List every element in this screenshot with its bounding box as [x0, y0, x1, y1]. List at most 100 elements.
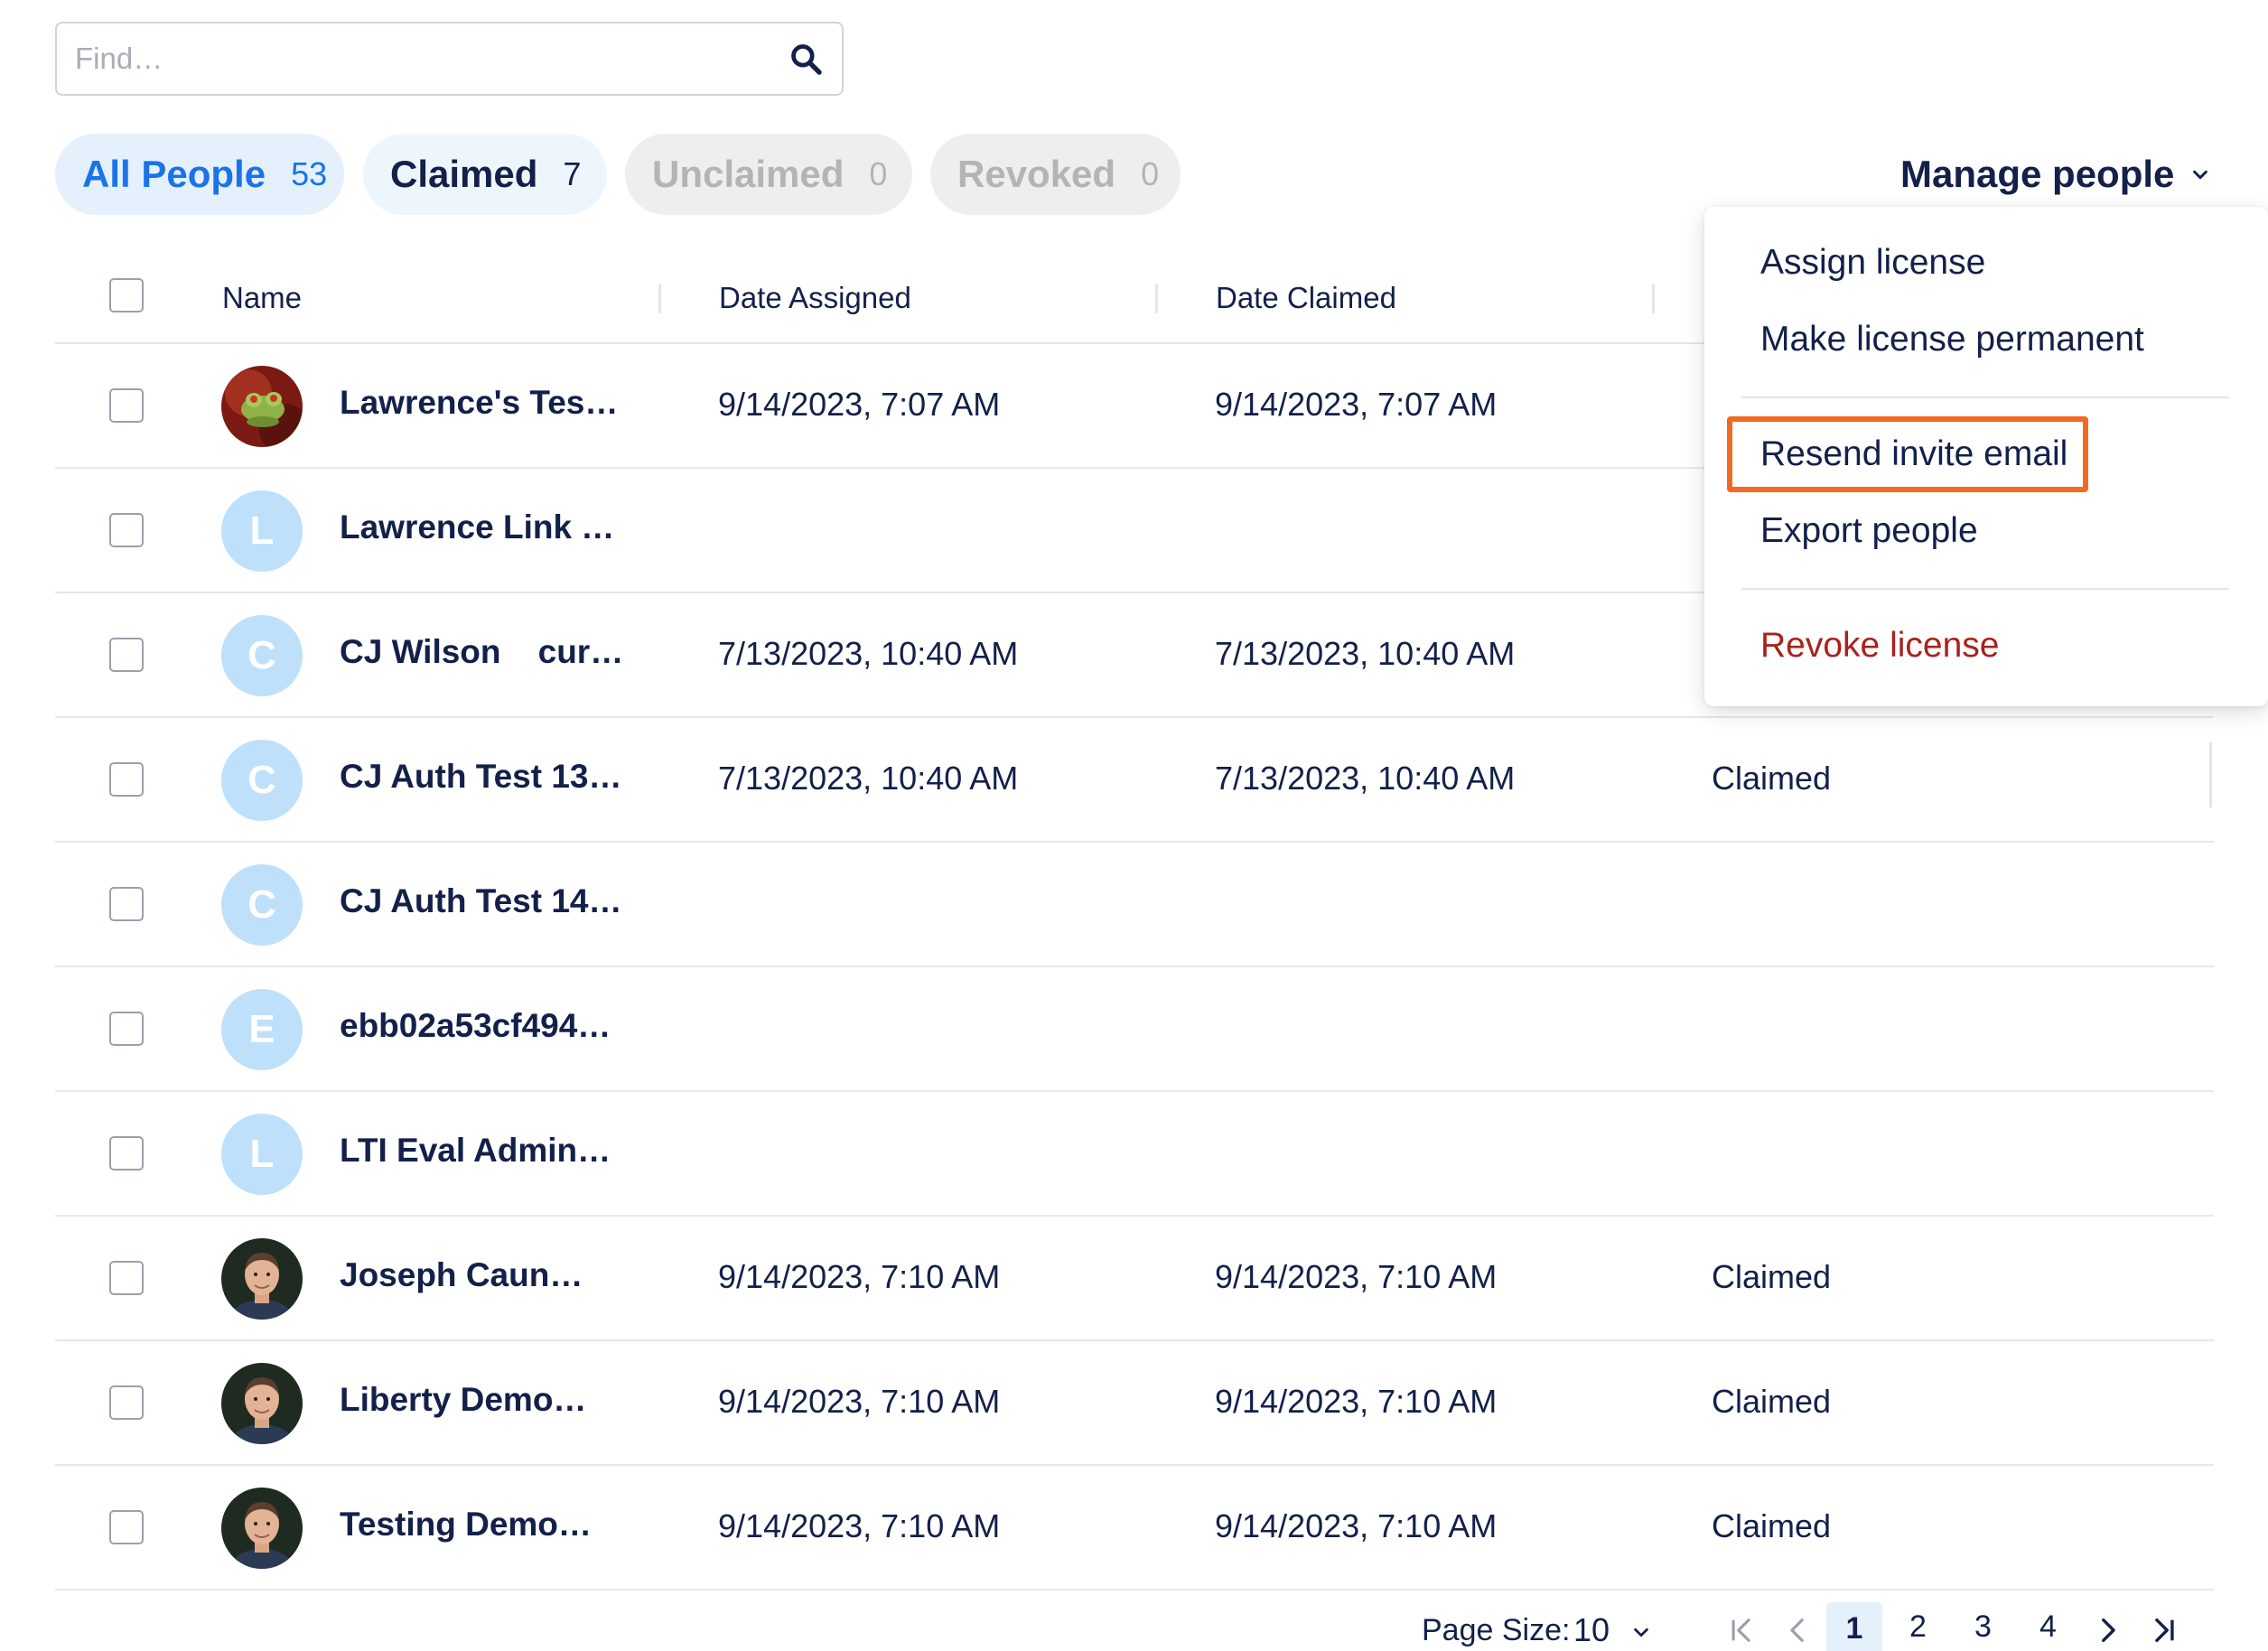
person-name[interactable]: ebb02a53cf494…	[340, 1007, 629, 1052]
chevron-down-icon	[1634, 1628, 1648, 1637]
search-input[interactable]	[57, 26, 770, 91]
menu-divider	[1741, 588, 2229, 590]
license-status: Claimed	[1712, 1383, 1832, 1420]
page-size-label: Page Size:	[1422, 1613, 1571, 1647]
person-name[interactable]: CJ Auth Test 14…	[340, 882, 629, 928]
person-name[interactable]: CJ Auth Test 13…	[340, 758, 629, 803]
filter-label: Claimed	[390, 153, 538, 195]
date-assigned: 9/14/2023, 7:10 AM	[718, 1383, 1001, 1420]
avatar: C	[221, 740, 303, 821]
select-all-checkbox[interactable]	[109, 278, 144, 312]
man-avatar-image	[221, 1238, 303, 1320]
table-row[interactable]: L LTI Eval Admin…	[55, 1092, 2214, 1217]
row-checkbox[interactable]	[109, 1261, 144, 1295]
filter-count: 0	[1141, 155, 1160, 192]
people-page: All People 53 Claimed 7 Unclaimed 0 Revo…	[0, 0, 2268, 1651]
frog-avatar-image	[221, 366, 303, 447]
license-status: Claimed	[1712, 1258, 1832, 1295]
manage-people-button[interactable]: Manage people	[1900, 147, 2210, 201]
table-row[interactable]: C CJ Auth Test 14…	[55, 843, 2214, 967]
date-assigned: 7/13/2023, 10:40 AM	[718, 635, 1019, 672]
previous-page-icon[interactable]	[1783, 1615, 1814, 1646]
person-name[interactable]: Lawrence's Tes…	[340, 384, 629, 429]
table-row[interactable]: Joseph Caun… 9/14/2023, 7:10 AM 9/14/202…	[55, 1217, 2214, 1341]
row-checkbox[interactable]	[109, 638, 144, 672]
filter-label: All People	[82, 153, 266, 195]
menu-item-revoke-license[interactable]: Revoke license	[1760, 626, 1999, 666]
date-assigned: 9/14/2023, 7:10 AM	[718, 1507, 1001, 1544]
date-claimed: 9/14/2023, 7:10 AM	[1215, 1383, 1498, 1420]
column-header-date-claimed[interactable]: Date Claimed	[1216, 281, 1396, 315]
column-resize-handle[interactable]	[658, 284, 661, 313]
table-row[interactable]: Testing Demo… 9/14/2023, 7:10 AM 9/14/20…	[55, 1466, 2214, 1590]
person-name[interactable]: Testing Demo…	[340, 1506, 629, 1551]
pagination: Page Size: 10 1 2 3 4	[0, 1599, 2268, 1651]
menu-item-export-people[interactable]: Export people	[1760, 511, 1978, 551]
person-name[interactable]: Joseph Caun…	[340, 1256, 629, 1301]
page-button[interactable]: 3	[1974, 1609, 1992, 1645]
filter-count: 0	[869, 155, 888, 192]
avatar: C	[221, 615, 303, 696]
manage-people-label: Manage people	[1900, 153, 2175, 195]
date-assigned: 7/13/2023, 10:40 AM	[718, 760, 1019, 797]
row-checkbox[interactable]	[109, 1012, 144, 1046]
search-icon	[791, 44, 822, 75]
row-checkbox[interactable]	[109, 1510, 144, 1544]
search-box	[55, 22, 844, 96]
table-row[interactable]: Liberty Demo… 9/14/2023, 7:10 AM 9/14/20…	[55, 1341, 2214, 1466]
menu-item-resend-invite-email[interactable]: Resend invite email	[1760, 434, 2067, 474]
filter-label: Unclaimed	[652, 153, 845, 195]
last-page-icon[interactable]	[2148, 1615, 2179, 1646]
avatar: C	[221, 864, 303, 946]
date-assigned: 9/14/2023, 7:10 AM	[718, 1258, 1001, 1295]
row-checkbox[interactable]	[109, 762, 144, 797]
manage-people-menu: Assign license Make license permanent Re…	[1704, 207, 2268, 706]
avatar: L	[221, 490, 303, 572]
person-name[interactable]: LTI Eval Admin…	[340, 1132, 629, 1177]
row-checkbox[interactable]	[109, 1385, 144, 1420]
row-checkbox[interactable]	[109, 887, 144, 921]
filter-count: 53	[291, 155, 328, 192]
page-button-current[interactable]: 1	[1826, 1602, 1882, 1651]
column-resize-handle[interactable]	[2209, 742, 2212, 807]
license-status: Claimed	[1712, 1507, 1832, 1544]
person-name[interactable]: CJ Wilson cur…	[340, 633, 629, 678]
menu-item-make-license-permanent[interactable]: Make license permanent	[1760, 320, 2144, 359]
avatar	[221, 366, 303, 447]
page-button[interactable]: 4	[2039, 1609, 2057, 1645]
column-resize-handle[interactable]	[1155, 284, 1158, 313]
man-avatar-image	[221, 1363, 303, 1444]
page-size-value: 10	[1573, 1611, 1610, 1648]
filter-count: 7	[563, 155, 582, 192]
menu-item-assign-license[interactable]: Assign license	[1760, 243, 1985, 283]
first-page-icon[interactable]	[1727, 1615, 1758, 1646]
date-claimed: 9/14/2023, 7:10 AM	[1215, 1258, 1498, 1295]
date-claimed: 9/14/2023, 7:07 AM	[1215, 386, 1498, 423]
chevron-down-icon	[2193, 170, 2208, 180]
avatar	[221, 1238, 303, 1320]
filter-all-people[interactable]: All People 53	[55, 134, 344, 215]
column-header-name[interactable]: Name	[222, 281, 302, 315]
row-checkbox[interactable]	[109, 513, 144, 547]
avatar: E	[221, 989, 303, 1070]
filter-claimed[interactable]: Claimed 7	[363, 134, 607, 215]
person-name[interactable]: Lawrence Link …	[340, 508, 629, 554]
avatar	[221, 1363, 303, 1444]
table-row[interactable]: E ebb02a53cf494…	[55, 967, 2214, 1092]
column-resize-handle[interactable]	[1652, 284, 1655, 313]
license-status: Claimed	[1712, 760, 1832, 797]
filter-revoked[interactable]: Revoked 0	[930, 134, 1181, 215]
avatar	[221, 1488, 303, 1569]
date-claimed: 9/14/2023, 7:10 AM	[1215, 1507, 1498, 1544]
person-name[interactable]: Liberty Demo…	[340, 1381, 629, 1426]
row-checkbox[interactable]	[109, 1136, 144, 1171]
column-header-date-assigned[interactable]: Date Assigned	[719, 281, 911, 315]
page-button[interactable]: 2	[1909, 1609, 1927, 1645]
menu-divider	[1741, 396, 2229, 398]
search-button[interactable]	[770, 23, 842, 95]
row-checkbox[interactable]	[109, 388, 144, 423]
next-page-icon[interactable]	[2092, 1615, 2123, 1646]
filter-unclaimed[interactable]: Unclaimed 0	[625, 134, 912, 215]
table-row[interactable]: C CJ Auth Test 13… 7/13/2023, 10:40 AM 7…	[55, 718, 2214, 843]
page-size-select[interactable]: 10	[1573, 1611, 1651, 1649]
